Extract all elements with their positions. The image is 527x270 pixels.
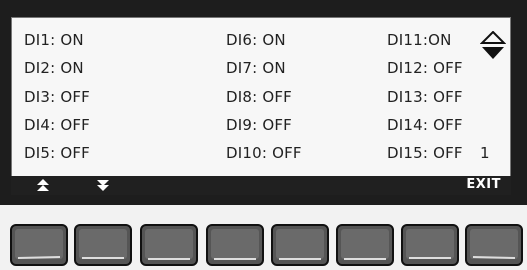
double-up-arrow-icon <box>37 179 49 192</box>
di15-status: DI15: OFF <box>387 144 463 162</box>
hardware-key-4[interactable] <box>206 224 264 266</box>
di9-status: DI9: OFF <box>226 116 293 134</box>
hardware-key-7[interactable] <box>401 224 459 266</box>
page-indicator: 1 <box>480 144 490 162</box>
di4-status: DI4: OFF <box>24 116 91 134</box>
exit-button[interactable]: EXIT <box>466 177 501 192</box>
di12-status: DI12: OFF <box>387 59 463 77</box>
di10-status: DI10: OFF <box>226 144 302 162</box>
double-down-arrow-icon <box>97 179 109 192</box>
up-down-triangle-icon <box>479 30 507 65</box>
scroll-up-button[interactable] <box>33 176 53 195</box>
lcd-screen: DI1: ON DI2: ON DI3: OFF DI4: OFF DI5: O… <box>11 17 511 179</box>
di6-status: DI6: ON <box>226 31 286 49</box>
hardware-key-6[interactable] <box>336 224 394 266</box>
hardware-key-1[interactable] <box>10 224 68 266</box>
scroll-down-button[interactable] <box>93 176 113 195</box>
di3-status: DI3: OFF <box>24 88 91 106</box>
di8-status: DI8: OFF <box>226 88 293 106</box>
di1-status: DI1: ON <box>24 31 84 49</box>
di13-status: DI13: OFF <box>387 88 463 106</box>
hardware-key-8[interactable] <box>465 224 523 266</box>
hardware-key-5[interactable] <box>271 224 329 266</box>
di14-status: DI14: OFF <box>387 116 463 134</box>
di5-status: DI5: OFF <box>24 144 91 162</box>
di2-status: DI2: ON <box>24 59 84 77</box>
hardware-key-2[interactable] <box>74 224 132 266</box>
di11-status: DI11:ON <box>387 31 452 49</box>
softkey-bar: EXIT <box>11 176 511 195</box>
di7-status: DI7: ON <box>226 59 286 77</box>
hardware-key-3[interactable] <box>140 224 198 266</box>
